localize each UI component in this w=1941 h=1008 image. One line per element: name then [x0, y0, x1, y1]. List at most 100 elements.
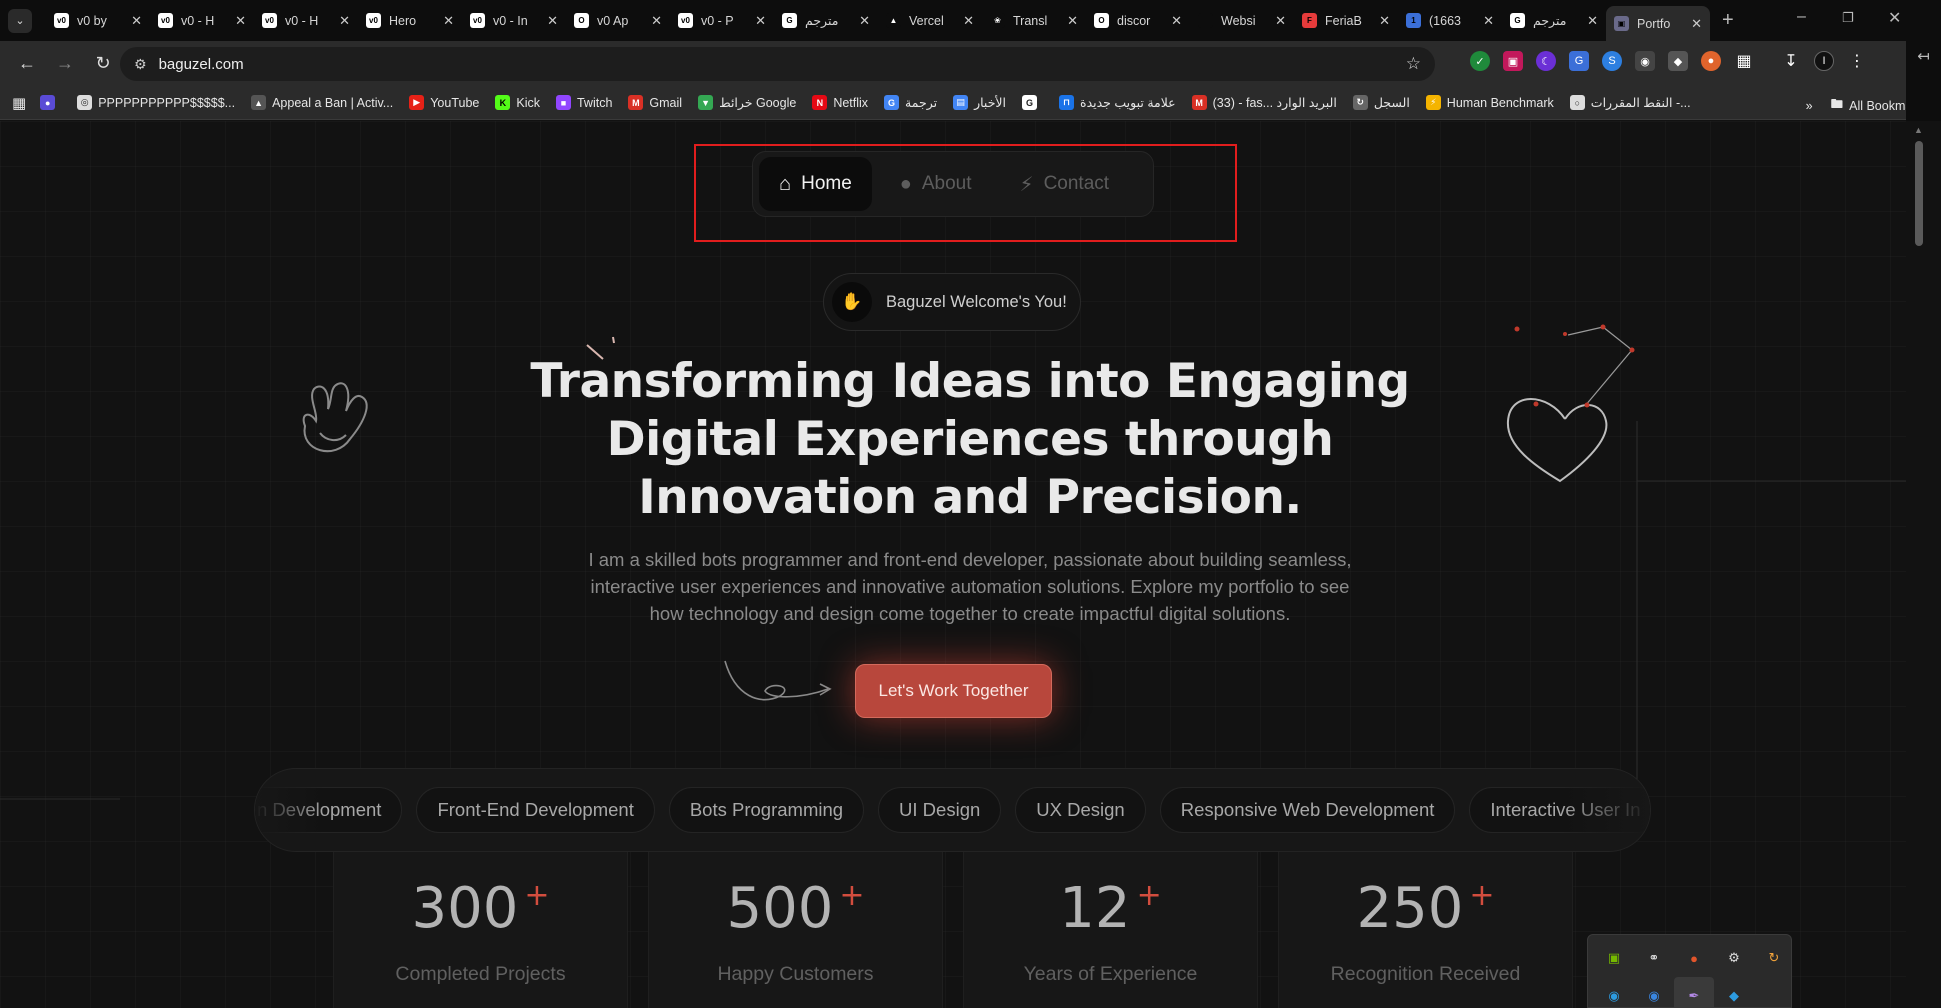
shield-tray-icon[interactable]: ◉: [1634, 977, 1674, 1008]
fire-tray-icon[interactable]: ●: [1674, 939, 1714, 977]
tab-close-icon[interactable]: ✕: [859, 13, 870, 29]
headset-tray-icon[interactable]: ⚭: [1634, 939, 1674, 977]
browser-tab[interactable]: F FeriaB ✕: [1294, 5, 1398, 36]
tab-close-icon[interactable]: ✕: [1691, 16, 1702, 32]
bookmark-item[interactable]: M Gmail: [628, 95, 682, 110]
browser-tab[interactable]: Ov0 Ap ✕: [566, 5, 670, 36]
circle-badge-icon: ●: [40, 95, 56, 110]
moon-extension-icon[interactable]: ☾: [1536, 51, 1556, 71]
browser-tab[interactable]: v0 v0 - P ✕: [670, 5, 774, 36]
tab-close-icon[interactable]: ✕: [1587, 13, 1598, 29]
tab-close-icon[interactable]: ✕: [1379, 13, 1390, 29]
tab-close-icon[interactable]: ✕: [1067, 13, 1078, 29]
eyes-extension-icon[interactable]: ◉: [1635, 51, 1655, 71]
tab-close-icon[interactable]: ✕: [235, 13, 246, 29]
browser-tab[interactable]: G مترجم ✕: [774, 5, 878, 36]
browser-tab[interactable]: ▲ Vercel ✕: [878, 5, 982, 36]
tab-close-icon[interactable]: ✕: [443, 13, 454, 29]
feather-tray-icon[interactable]: ✒: [1674, 977, 1714, 1008]
bookmark-item[interactable]: ○ النقط المقررات -...: [1569, 95, 1691, 110]
bookmark-item[interactable]: N Netflix: [812, 95, 868, 110]
extensions-puzzle-icon[interactable]: ▦: [1734, 51, 1754, 71]
scroll-thumb[interactable]: [1915, 141, 1923, 246]
bookmark-item[interactable]: ↻ السجل: [1352, 95, 1410, 110]
nvidia-tray-icon[interactable]: ▣: [1594, 939, 1634, 977]
restore-button[interactable]: ❐: [1842, 10, 1854, 26]
bookmark-item[interactable]: K Kick: [495, 95, 540, 110]
tab-title: Websi: [1221, 13, 1256, 28]
bookmark-label: Netflix: [833, 95, 869, 110]
browser-tab[interactable]: v0 v0 - H ✕: [254, 5, 358, 36]
browser-tab[interactable]: Websi ✕: [1190, 5, 1294, 36]
site-info-icon[interactable]: ⚙: [134, 56, 147, 73]
bookmark-item[interactable]: ▤ الأخبار: [953, 95, 1006, 110]
tab-close-icon[interactable]: ✕: [339, 13, 350, 29]
translate-extension-icon[interactable]: G: [1569, 51, 1589, 71]
bookmark-item[interactable]: ◎ PPPPPPPPPPP$$$$$...: [77, 95, 235, 110]
browser-tab[interactable]: Odiscor ✕: [1086, 5, 1190, 36]
tab-close-icon[interactable]: ✕: [547, 13, 558, 29]
tab-search-button[interactable]: ⌄: [8, 8, 32, 33]
tab-close-icon[interactable]: ✕: [1171, 13, 1182, 29]
tab-list: v0 v0 by ✕ v0 v0 - H ✕ v0 v0 - H ✕ v0 Hero ✕ v0 v0 - …: [46, 0, 1710, 41]
browser-tab[interactable]: v0 Hero ✕: [358, 5, 462, 36]
tab-close-icon[interactable]: ✕: [651, 13, 662, 29]
menu-kebab-icon[interactable]: ⋮: [1847, 51, 1867, 71]
bookmark-item[interactable]: ■ Twitch: [555, 95, 612, 110]
tab-title: v0 - P: [701, 13, 734, 28]
bookmark-item[interactable]: ●: [40, 95, 61, 110]
folder-icon: 🖿: [1830, 97, 1844, 111]
scroll-up-icon[interactable]: ▲: [1914, 125, 1923, 135]
browser-tab[interactable]: 1 (1663 ✕: [1398, 5, 1502, 36]
browser-tab[interactable]: G مترجم ✕: [1502, 5, 1606, 36]
apps-grid-icon[interactable]: ▦: [12, 94, 26, 112]
gear-tray-icon[interactable]: ⚙: [1714, 939, 1754, 977]
fire-extension-icon[interactable]: ●: [1701, 51, 1721, 71]
adblock-extension-icon[interactable]: ✓: [1470, 51, 1490, 71]
page-scrollbar[interactable]: ▲: [1906, 121, 1941, 1008]
more-bookmarks-chevron-icon[interactable]: »: [1806, 99, 1813, 113]
bookmark-item[interactable]: ▲ Appeal a Ban | Activ...: [251, 95, 393, 110]
forward-button[interactable]: →: [50, 53, 80, 74]
bookmark-star-icon[interactable]: ☆: [1406, 54, 1421, 74]
bookmark-item[interactable]: ▶ YouTube: [409, 95, 479, 110]
stat-value: 250: [1356, 876, 1464, 941]
bookmark-item[interactable]: ▼ خرائط Google: [698, 95, 796, 110]
browser-tab[interactable]: v0 v0 - In ✕: [462, 5, 566, 36]
bookmark-item[interactable]: G ترجمة: [884, 95, 937, 110]
tab-strip: ⌄ v0 v0 by ✕ v0 v0 - H ✕ v0 v0 - H ✕ v0 Hero ✕ v0 v0 …: [0, 0, 1941, 41]
shazam-extension-icon[interactable]: S: [1602, 51, 1622, 71]
browser-tab[interactable]: v0 v0 - H ✕: [150, 5, 254, 36]
browser-tab[interactable]: ▣ Portfo ✕: [1606, 6, 1710, 41]
tab-close-icon[interactable]: ✕: [963, 13, 974, 29]
bookmark-item[interactable]: ⚡ Human Benchmark: [1425, 95, 1554, 110]
address-bar[interactable]: ⚙ baguzel.com ☆: [120, 47, 1435, 81]
defender-tray-icon[interactable]: ◆: [1714, 977, 1754, 1008]
bookmark-item[interactable]: G: [1022, 95, 1043, 110]
stat-plus-sign: +: [1469, 878, 1495, 913]
tab-close-icon[interactable]: ✕: [1275, 13, 1286, 29]
tab-close-icon[interactable]: ✕: [755, 13, 766, 29]
bookmark-item[interactable]: ⊓ علامة تبويب جديدة: [1059, 95, 1176, 110]
waving-hand-doodle: [302, 382, 368, 453]
tab-close-icon[interactable]: ✕: [1483, 13, 1494, 29]
browser-tab[interactable]: v0 v0 by ✕: [46, 5, 150, 36]
tab-title: مترجم: [1533, 14, 1567, 28]
side-panel-toggle-icon[interactable]: ↤: [1906, 41, 1941, 121]
sync-tray-icon[interactable]: ↻: [1754, 939, 1794, 977]
edge-tray-icon[interactable]: ◉: [1594, 977, 1634, 1008]
browser-tab[interactable]: ❀ Transl ✕: [982, 5, 1086, 36]
new-tab-button[interactable]: +: [1722, 9, 1734, 32]
back-button[interactable]: ←: [12, 53, 42, 74]
close-window-button[interactable]: ✕: [1888, 8, 1901, 28]
lets-work-together-button[interactable]: Let's Work Together: [855, 664, 1052, 718]
shield-extension-icon[interactable]: ◆: [1668, 51, 1688, 71]
bookmark-item[interactable]: M (33) - fas... البريد الوارد: [1191, 95, 1337, 110]
download-icon[interactable]: ↧: [1781, 51, 1801, 71]
reload-button[interactable]: ↻: [88, 53, 118, 74]
profile-avatar[interactable]: I: [1814, 51, 1834, 71]
tab-close-icon[interactable]: ✕: [131, 13, 142, 29]
minimize-button[interactable]: –: [1797, 8, 1806, 26]
extension-icon[interactable]: ▣: [1503, 51, 1523, 71]
stat-number: 250 +: [1279, 876, 1572, 941]
